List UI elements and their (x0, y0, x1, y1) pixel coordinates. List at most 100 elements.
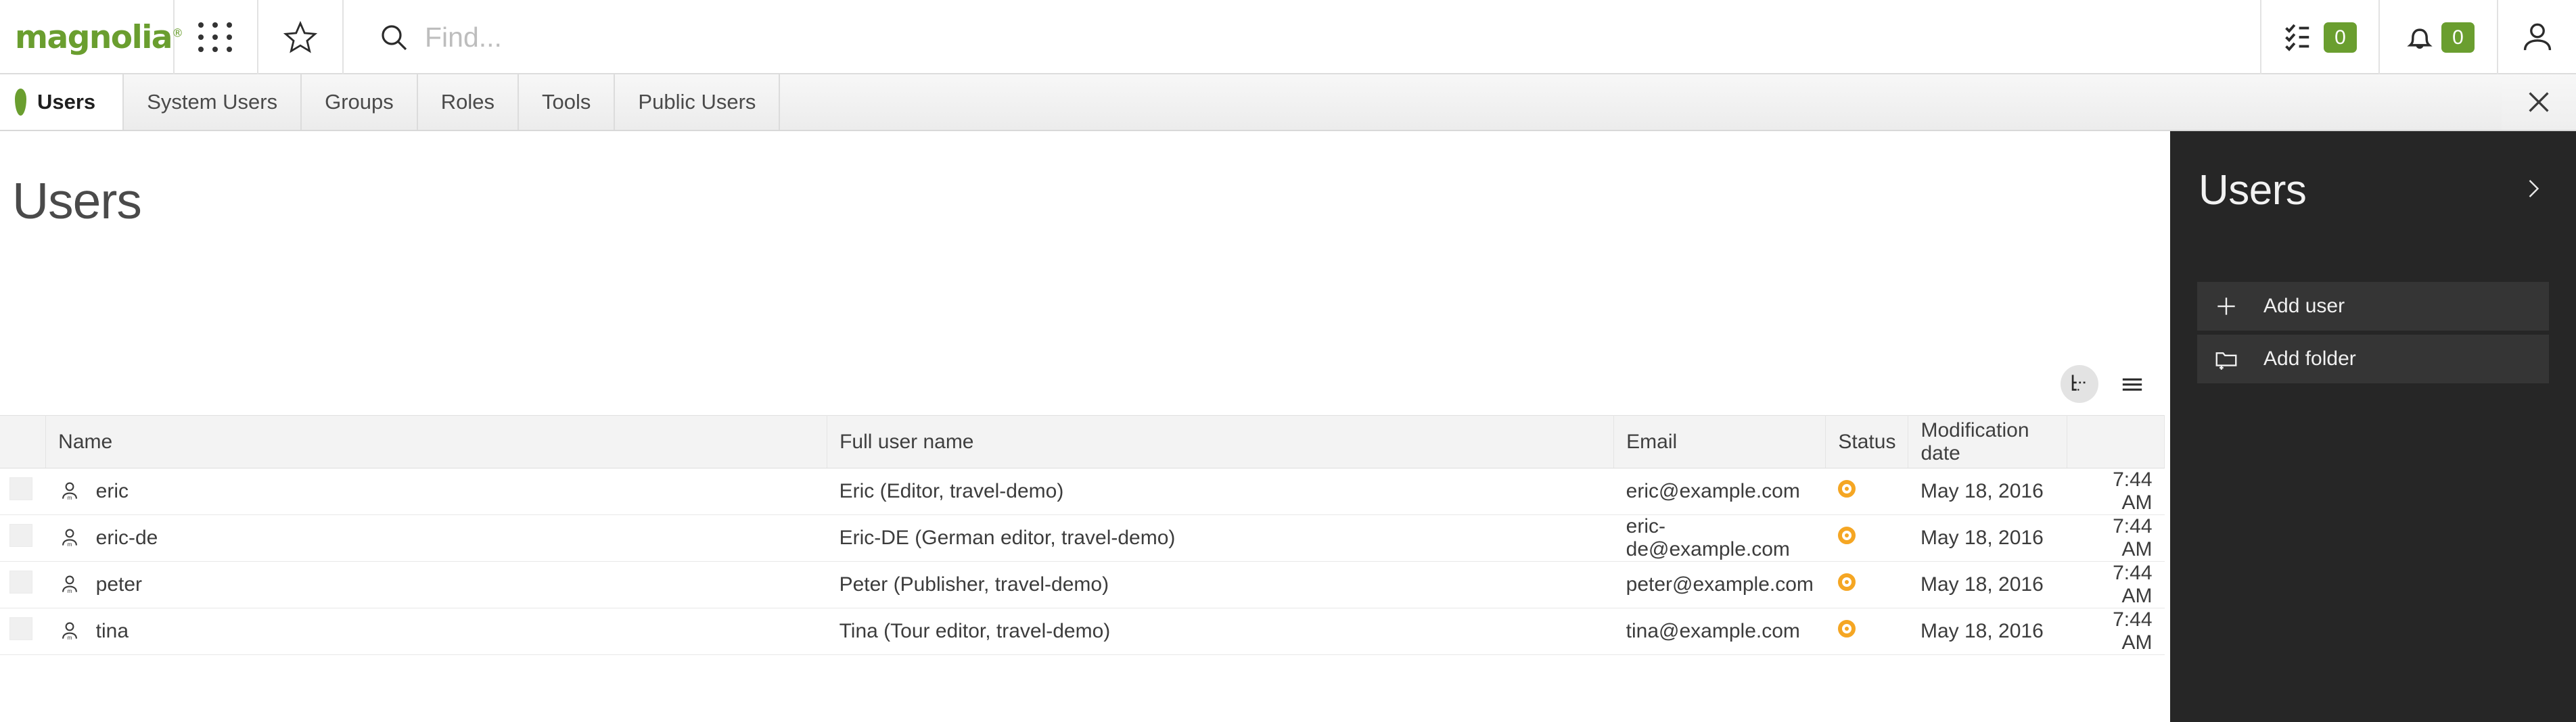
column-header-status[interactable]: Status (1825, 415, 1909, 468)
action-label: Add folder (2263, 347, 2356, 370)
table-row[interactable]: m eric Eric (Editor, travel-demo) eric@e… (0, 468, 2165, 515)
cell-modification-date: May 18, 2016 (1908, 468, 2067, 515)
bell-icon (2407, 28, 2433, 49)
cell-modification-date: May 18, 2016 (1908, 608, 2067, 655)
cell-modification-time: 7:44 AM (2067, 468, 2165, 515)
tab-public-users[interactable]: Public Users (615, 74, 781, 130)
action-panel-header: Users (2170, 131, 2576, 214)
notifications-button[interactable]: 0 (2380, 0, 2498, 74)
action-label: Add user (2263, 295, 2345, 317)
apps-grid-icon (198, 22, 234, 52)
favorites-button[interactable] (258, 0, 344, 74)
tab-tools[interactable]: Tools (519, 74, 616, 130)
apps-launcher-button[interactable] (175, 0, 258, 74)
cell-name: m eric (45, 468, 827, 515)
main-area: Users Name Full user name Email Status M… (0, 131, 2576, 722)
page-title: Users (12, 172, 142, 229)
cell-status (1825, 514, 1908, 562)
star-icon (283, 20, 318, 53)
user-menu-button[interactable] (2498, 0, 2576, 74)
list-view-toggle[interactable] (2113, 365, 2151, 403)
tab-users[interactable]: Users (0, 74, 124, 130)
status-badge (1837, 527, 1856, 544)
logo-wordmark: magnolia® (15, 18, 183, 56)
svg-text:m: m (67, 634, 72, 641)
users-content-area: Users Name Full user name Email Status M… (0, 131, 2170, 722)
row-select-cell[interactable] (0, 514, 46, 562)
search-icon (382, 25, 407, 51)
tab-roles[interactable]: Roles (417, 74, 520, 130)
tab-label: Groups (325, 90, 394, 114)
cell-name: m eric-de (45, 514, 827, 562)
row-select-cell[interactable] (0, 468, 46, 515)
user-icon: m (62, 622, 77, 641)
cell-email: eric@example.com (1613, 468, 1826, 515)
user-avatar-icon (2523, 23, 2551, 51)
cell-full-user-name: Eric-DE (German editor, travel-demo) (827, 514, 1614, 562)
list-view-icon (2122, 378, 2142, 391)
user-name: eric-de (95, 527, 158, 549)
cell-full-user-name: Tina (Tour editor, travel-demo) (827, 608, 1614, 655)
magnolia-logo[interactable]: magnolia® (0, 0, 183, 74)
cell-full-user-name: Eric (Editor, travel-demo) (827, 468, 1614, 515)
tasks-checklist-icon (2285, 24, 2309, 51)
add-folder-button[interactable]: Add folder (2197, 335, 2549, 383)
row-checkbox[interactable] (9, 617, 32, 640)
tab-groups[interactable]: Groups (302, 74, 418, 130)
view-toggle-group (2061, 365, 2151, 403)
plus-icon (2212, 293, 2240, 319)
column-header-full-user-name[interactable]: Full user name (827, 415, 1615, 468)
cell-email: eric-de@example.com (1613, 514, 1826, 562)
tasks-button[interactable]: 0 (2261, 0, 2380, 74)
row-checkbox[interactable] (9, 477, 32, 500)
row-select-cell[interactable] (0, 608, 46, 655)
status-badge (1837, 620, 1856, 637)
cell-status (1825, 608, 1908, 655)
row-select-cell[interactable] (0, 561, 46, 608)
user-name: peter (95, 573, 143, 596)
table-row[interactable]: m tina Tina (Tour editor, travel-demo) t… (0, 608, 2165, 655)
table-body: m eric Eric (Editor, travel-demo) eric@e… (0, 468, 2165, 655)
action-panel: Users Add user Add folder (2170, 131, 2576, 722)
tabbar-empty-space (780, 74, 2502, 130)
user-name: tina (95, 620, 129, 642)
svg-text:m: m (67, 494, 72, 501)
column-header-time (2067, 415, 2165, 468)
collapse-panel-button[interactable] (2516, 176, 2549, 204)
cell-email: peter@example.com (1613, 561, 1826, 608)
status-badge (1837, 480, 1856, 498)
cell-full-user-name: Peter (Publisher, travel-demo) (827, 561, 1614, 608)
tab-label: Tools (542, 90, 591, 114)
folder-add-icon (2212, 346, 2240, 372)
action-panel-title: Users (2199, 167, 2307, 214)
table-header-row: Name Full user name Email Status Modific… (0, 415, 2165, 468)
table-row[interactable]: m peter Peter (Publisher, travel-demo) p… (0, 561, 2165, 608)
table-row[interactable]: m eric-de Eric-DE (German editor, travel… (0, 514, 2165, 562)
row-checkbox[interactable] (9, 571, 32, 594)
tab-label: Roles (440, 90, 495, 114)
magnolia-leaf-icon (15, 89, 26, 116)
column-header-select (0, 415, 47, 468)
tree-view-toggle[interactable] (2061, 365, 2098, 403)
global-search[interactable] (344, 0, 2261, 74)
table-header: Name Full user name Email Status Modific… (0, 415, 2165, 468)
cell-name: m peter (45, 561, 827, 608)
status-badge (1837, 573, 1856, 591)
column-header-email[interactable]: Email (1613, 415, 1826, 468)
svg-text:m: m (67, 541, 72, 548)
cell-status (1825, 561, 1908, 608)
logo-registered-mark: ® (172, 26, 183, 40)
tab-label: Users (37, 90, 96, 114)
column-header-name[interactable]: Name (45, 415, 828, 468)
add-user-button[interactable]: Add user (2197, 282, 2549, 331)
search-input[interactable] (425, 21, 1372, 53)
tab-system-users[interactable]: System Users (124, 74, 302, 130)
notifications-count-badge: 0 (2441, 22, 2475, 53)
close-app-button[interactable] (2502, 74, 2576, 130)
user-icon: m (62, 575, 77, 594)
column-header-modification-date[interactable]: Modification date (1908, 415, 2067, 468)
user-icon: m (62, 482, 77, 501)
cell-modification-date: May 18, 2016 (1908, 561, 2067, 608)
row-checkbox[interactable] (9, 524, 32, 547)
cell-modification-time: 7:44 AM (2067, 561, 2165, 608)
